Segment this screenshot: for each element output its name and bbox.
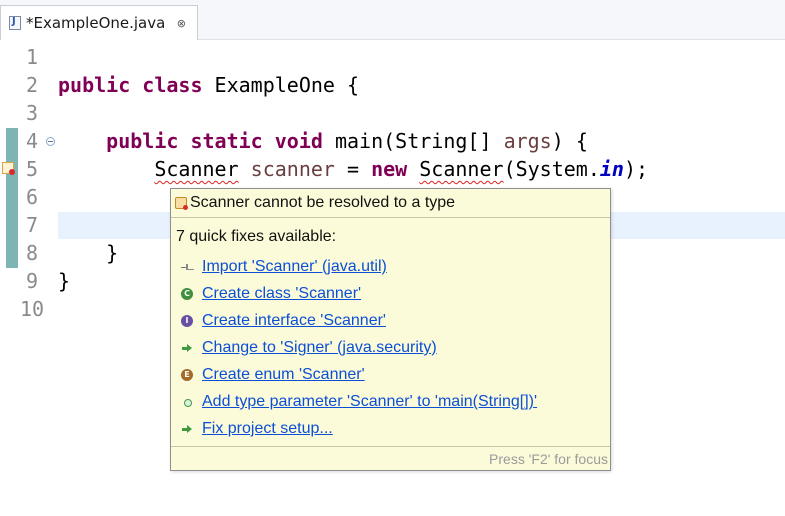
import-icon xyxy=(181,261,194,273)
editor-tab-bar: *ExampleOne.java ⊗ xyxy=(0,0,785,40)
class-icon: C xyxy=(181,288,193,300)
interface-icon: I xyxy=(181,315,193,327)
line-number: 10 xyxy=(19,297,45,321)
line-number: 2 xyxy=(25,73,39,97)
line-number: 4 xyxy=(25,129,39,153)
editor-tab-example-one[interactable]: *ExampleOne.java ⊗ xyxy=(0,5,198,40)
java-file-icon xyxy=(9,16,21,30)
class-declaration: ExampleOne { xyxy=(202,73,360,97)
line-number: 1 xyxy=(25,45,39,69)
quick-fix-link[interactable]: Change to 'Signer' (java.security) xyxy=(202,339,437,357)
quick-fix-create-interface[interactable]: I Create interface 'Scanner' xyxy=(181,309,386,333)
line-number: 3 xyxy=(25,101,39,125)
parameter-name: args xyxy=(503,129,552,153)
keyword: public xyxy=(58,73,131,97)
quick-fix-popup: Scanner cannot be resolved to a type 7 q… xyxy=(170,188,611,471)
line-number: 5 xyxy=(25,157,39,181)
quick-fix-link[interactable]: Create enum 'Scanner' xyxy=(202,366,365,384)
method-signature-end: ) { xyxy=(551,129,588,153)
variable-name: scanner xyxy=(250,157,335,181)
unresolved-type[interactable]: Scanner xyxy=(419,157,503,181)
quick-fix-fix-project-setup[interactable]: Fix project setup... xyxy=(181,417,333,441)
line-number: 6 xyxy=(25,185,39,209)
line-number: 9 xyxy=(25,269,39,293)
line-number: 8 xyxy=(25,241,39,265)
close-icon[interactable]: ⊗ xyxy=(175,17,187,30)
quick-fix-link[interactable]: Create class 'Scanner' xyxy=(202,285,361,303)
quick-fix-create-class[interactable]: C Create class 'Scanner' xyxy=(181,282,361,306)
quick-fix-link[interactable]: Fix project setup... xyxy=(202,420,333,438)
keyword: void xyxy=(274,129,323,153)
quick-fix-count: 7 quick fixes available: xyxy=(176,228,337,245)
quick-fix-create-enum[interactable]: E Create enum 'Scanner' xyxy=(181,363,365,387)
keyword: new xyxy=(371,157,408,181)
change-icon xyxy=(181,342,193,354)
quick-fix-footer: Press 'F2' for focus xyxy=(171,446,610,470)
quick-fix-change-to-signer[interactable]: Change to 'Signer' (java.security) xyxy=(181,336,437,360)
tab-title: *ExampleOne.java xyxy=(26,14,166,32)
code-line-8: } xyxy=(58,241,119,265)
static-field: in xyxy=(599,157,624,181)
constructor-args: (System. xyxy=(503,157,600,181)
error-quickfix-marker-icon[interactable] xyxy=(2,162,15,175)
keyword: public xyxy=(106,129,179,153)
enum-icon: E xyxy=(181,369,193,381)
code-line-2: public class ExampleOne { xyxy=(58,71,359,99)
unresolved-type[interactable]: Scanner xyxy=(154,157,238,181)
error-icon xyxy=(175,197,188,210)
quick-fix-add-type-parameter[interactable]: Add type parameter 'Scanner' to 'main(St… xyxy=(181,390,537,414)
quick-fix-link[interactable]: Import 'Scanner' (java.util) xyxy=(202,258,387,276)
code-line-4: public static void main(String[] args) { xyxy=(58,127,588,155)
line-number: 7 xyxy=(25,213,39,237)
statement-end: ); xyxy=(623,157,649,181)
quick-fix-link[interactable]: Create interface 'Scanner' xyxy=(202,312,386,330)
problem-description: Scanner cannot be resolved to a type xyxy=(190,194,456,211)
keyword: class xyxy=(142,73,203,97)
quick-fix-link[interactable]: Add type parameter 'Scanner' to 'main(St… xyxy=(202,393,537,411)
fold-collapse-icon[interactable] xyxy=(46,137,55,146)
type-parameter-icon xyxy=(181,396,193,408)
method-signature: main(String[] xyxy=(322,129,504,153)
quick-fix-import-scanner[interactable]: Import 'Scanner' (java.util) xyxy=(181,255,387,279)
code-line-5: Scanner scanner = new Scanner(System.in)… xyxy=(58,155,648,183)
focus-hint: Press 'F2' for focus xyxy=(489,451,608,467)
assignment: = xyxy=(334,157,372,181)
quick-fix-header: Scanner cannot be resolved to a type xyxy=(171,189,610,218)
code-line-9: } xyxy=(58,269,71,293)
keyword: static xyxy=(190,129,263,153)
line-number-gutter: 1 2 3 4 5 6 7 8 9 10 xyxy=(0,40,48,516)
fix-setup-icon xyxy=(181,423,193,435)
